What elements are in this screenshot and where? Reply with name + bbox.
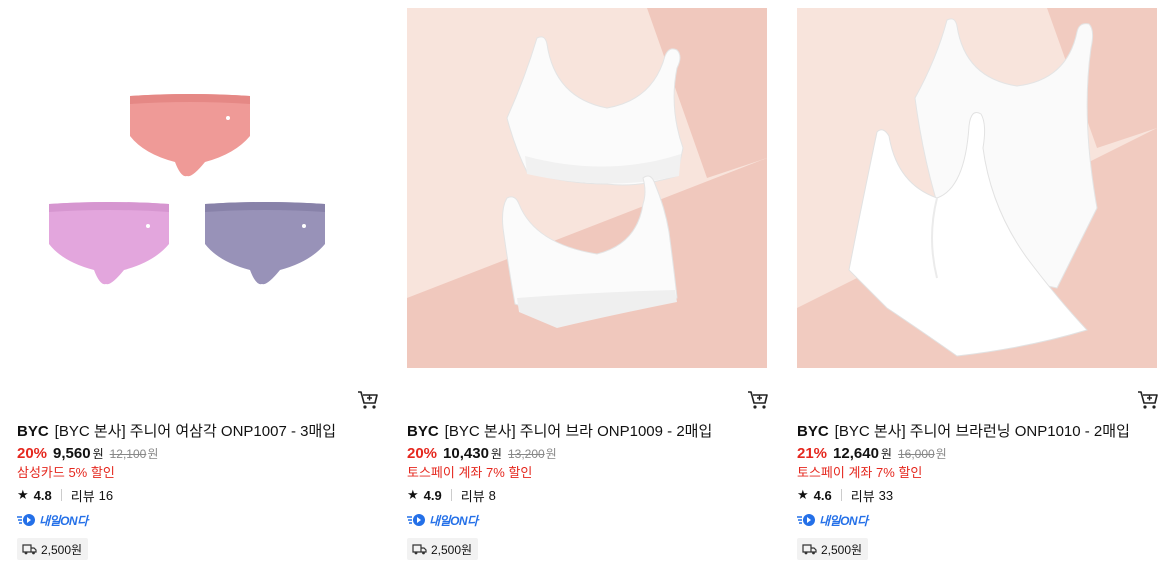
divider [450,489,452,501]
product-image[interactable] [797,8,1157,368]
fast-delivery-icon [407,514,425,526]
product-title[interactable]: BYC [BYC 본사] 주니어 브라런닝 ONP1010 - 2매입 [797,422,1159,442]
shipping-fee: 2,500원 [797,538,869,560]
shipping-fee-text: 2,500원 [431,542,473,557]
review-label: 리뷰 [460,488,485,504]
payment-promo: 토스페이 계좌 7% 할인 [797,465,923,480]
delivery-badge: 내일ON다 [797,512,868,528]
shipping-fee-text: 2,500원 [821,542,863,557]
card-promo: 삼성카드 5% 할인 [17,465,115,480]
cart-icon [1138,391,1158,409]
review-count: 33 [878,487,894,503]
star-icon: ★ [17,487,29,502]
truck-icon [802,543,817,554]
original-price-unit: 원 [147,447,159,461]
fast-delivery-icon [17,514,35,526]
delivery-badge-text: 내일ON다 [429,513,478,528]
rating-row: ★ 4.6 리뷰 33 [797,486,893,504]
product-name: [BYC 본사] 주니어 브라런닝 ONP1010 - 2매입 [834,423,1130,440]
kids-briefs-3pack-image [17,8,377,368]
original-price: 16,000 [897,447,935,461]
cart-icon [748,391,768,409]
fast-delivery-icon [797,514,815,526]
cart-icon [358,391,378,409]
sale-price: 10,430 [443,445,489,462]
discount-rate: 21% [797,445,828,462]
shipping-fee-text: 2,500원 [41,542,83,557]
shipping-fee: 2,500원 [407,538,479,560]
divider [840,489,842,501]
sale-price: 9,560 [53,445,91,462]
rating-row: ★ 4.9 리뷰 8 [407,486,496,504]
shipping-fee: 2,500원 [17,538,89,560]
delivery-badge-text: 내일ON다 [819,513,868,528]
review-label: 리뷰 [70,488,95,504]
star-icon: ★ [797,487,809,502]
product-image[interactable] [17,8,377,368]
sale-price: 12,640 [833,445,879,462]
divider [60,489,62,501]
truck-icon [412,543,427,554]
product-card[interactable]: BYC [BYC 본사] 주니어 브라런닝 ONP1010 - 2매입 21% 1… [797,8,1159,568]
price-row: 20% 10,430 원 13,200 원 [407,445,557,465]
rating-score: 4.8 [33,487,52,503]
original-price: 12,100 [109,447,147,461]
discount-rate: 20% [17,445,48,462]
price-unit: 원 [92,447,104,461]
original-price-unit: 원 [545,447,557,461]
rating-score: 4.6 [813,487,832,503]
product-card[interactable]: BYC [BYC 본사] 주니어 브라 ONP1009 - 2매입 20% 10,… [407,8,769,568]
add-to-cart-button[interactable] [747,390,769,410]
brand-name: BYC [797,423,829,440]
delivery-badge-text: 내일ON다 [39,513,88,528]
truck-icon [22,543,37,554]
price-unit: 원 [490,447,502,461]
delivery-badge: 내일ON다 [407,512,478,528]
brand-name: BYC [407,423,439,440]
rating-row: ★ 4.8 리뷰 16 [17,486,113,504]
review-label: 리뷰 [850,488,875,504]
product-title[interactable]: BYC [BYC 본사] 주니어 브라 ONP1009 - 2매입 [407,422,769,442]
price-row: 20% 9,560 원 12,100 원 [17,445,158,465]
product-card[interactable]: BYC [BYC 본사] 주니어 여삼각 ONP1007 - 3매입 20% 9,… [17,8,379,568]
original-price-unit: 원 [935,447,947,461]
price-row: 21% 12,640 원 16,000 원 [797,445,947,465]
junior-bra-2pack-image [407,8,767,368]
product-title[interactable]: BYC [BYC 본사] 주니어 여삼각 ONP1007 - 3매입 [17,422,379,442]
payment-promo: 토스페이 계좌 7% 할인 [407,465,533,480]
brand-name: BYC [17,423,49,440]
discount-rate: 20% [407,445,438,462]
add-to-cart-button[interactable] [357,390,379,410]
delivery-badge: 내일ON다 [17,512,88,528]
junior-camisole-2pack-image [797,8,1157,368]
original-price: 13,200 [507,447,545,461]
product-name: [BYC 본사] 주니어 여삼각 ONP1007 - 3매입 [54,423,337,440]
price-unit: 원 [880,447,892,461]
review-count: 16 [98,487,114,503]
add-to-cart-button[interactable] [1137,390,1159,410]
product-image[interactable] [407,8,767,368]
star-icon: ★ [407,487,419,502]
product-name: [BYC 본사] 주니어 브라 ONP1009 - 2매입 [444,423,713,440]
rating-score: 4.9 [423,487,442,503]
review-count: 8 [488,487,496,503]
